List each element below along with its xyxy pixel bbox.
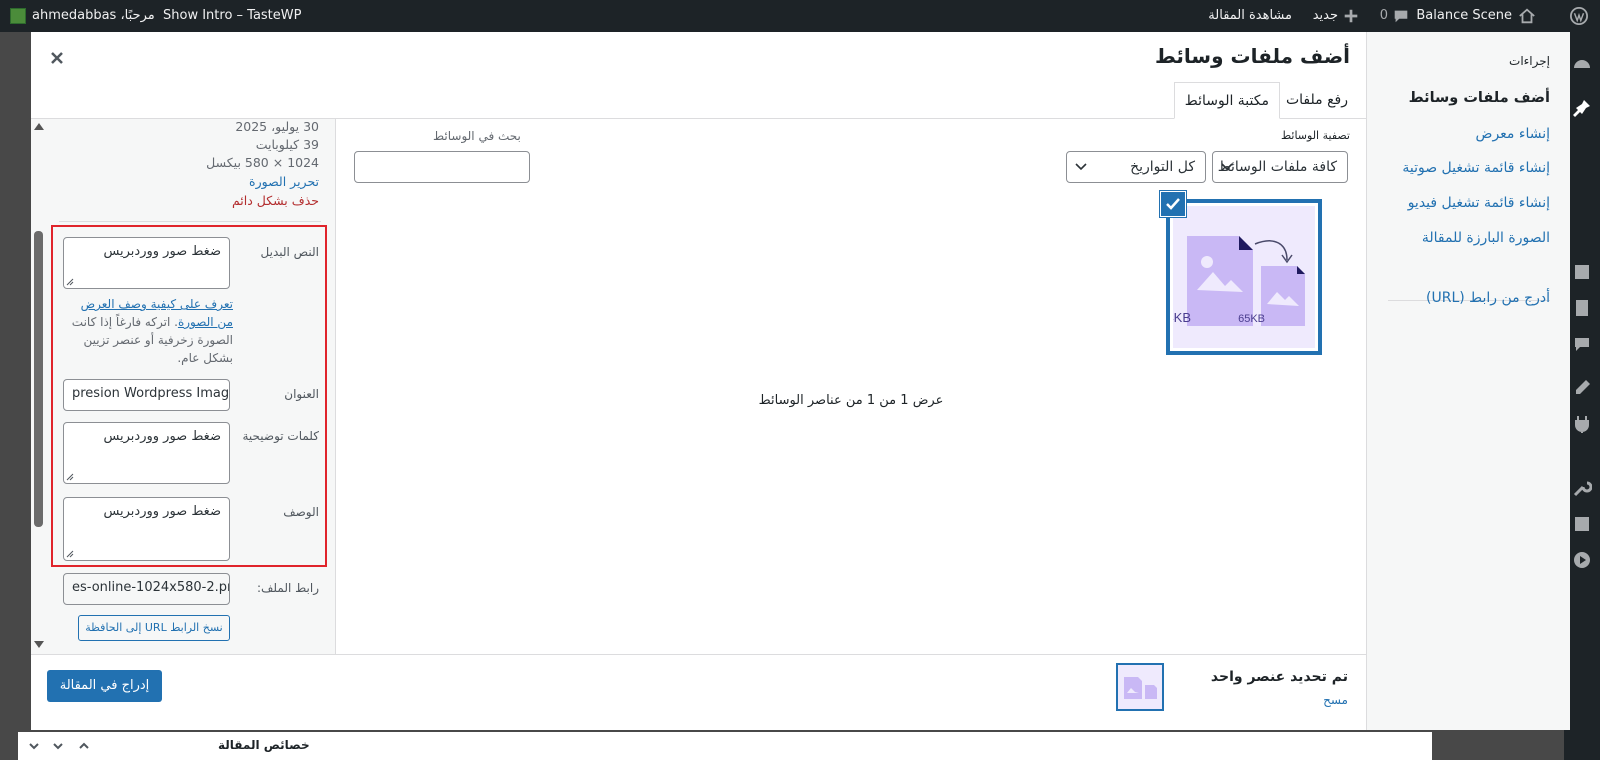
media-modal: إجراءات أضف ملفات وسائط إنشاء معرض إنشاء… bbox=[31, 32, 1570, 730]
menu-item-insert-from-url[interactable]: أدرج من رابط (URL) bbox=[1426, 290, 1550, 306]
filter-label: تصفية الوسائط bbox=[1280, 129, 1350, 142]
original-size-label: 554KB bbox=[1173, 310, 1191, 325]
image-dimensions: 1024 × 580 بيكسل bbox=[206, 155, 319, 170]
upload-date: 30 يوليو، 2025 bbox=[235, 119, 319, 134]
date-select[interactable]: كل التواريخ bbox=[1066, 151, 1206, 183]
close-icon[interactable] bbox=[45, 46, 69, 70]
plugin-link[interactable]: Show Intro – TasteWP bbox=[163, 0, 301, 32]
plus-icon[interactable] bbox=[1342, 7, 1360, 25]
menu-item-add-media[interactable]: أضف ملفات وسائط bbox=[1409, 90, 1550, 106]
search-label: بحث في الوسائط bbox=[433, 129, 521, 143]
scroll-down-icon[interactable] bbox=[34, 641, 44, 648]
new-content-link[interactable]: جديد bbox=[1313, 0, 1338, 32]
panel-arrows-icon[interactable] bbox=[28, 740, 98, 752]
site-name-link[interactable]: Balance Scene bbox=[1416, 0, 1512, 32]
tools-icon[interactable] bbox=[1572, 478, 1593, 498]
insert-into-post-button[interactable]: إدراج في المقالة bbox=[47, 670, 162, 702]
edit-image-link[interactable]: تحرير الصورة bbox=[249, 174, 319, 189]
wordpress-logo-icon[interactable] bbox=[1570, 7, 1588, 25]
image-compression-icon: 554KB 65KB bbox=[1152, 236, 1305, 326]
view-post-link[interactable]: مشاهدة المقالة bbox=[1208, 0, 1292, 32]
media-toolbar: إدراج في المقالة تم تحديد عنصر واحد مسح bbox=[31, 654, 1366, 730]
menu-item-create-gallery[interactable]: إنشاء معرض bbox=[1476, 126, 1550, 142]
menu-item-featured-image[interactable]: الصورة البارزة للمقالة bbox=[1422, 230, 1550, 246]
attachment-checkbox[interactable] bbox=[1160, 191, 1186, 217]
copy-url-button[interactable]: نسخ الرابط URL إلى الحافظة bbox=[78, 615, 230, 641]
attachment-item[interactable]: 554KB 65KB bbox=[1152, 199, 1322, 355]
details-scrollbar[interactable] bbox=[31, 119, 47, 654]
media-type-select[interactable]: كافة ملفات الوسائط bbox=[1212, 151, 1348, 183]
scroll-up-icon[interactable] bbox=[34, 123, 44, 130]
selected-thumbnail[interactable] bbox=[1116, 663, 1164, 711]
appearance-icon[interactable] bbox=[1572, 378, 1592, 398]
image-compression-icon bbox=[1124, 677, 1157, 699]
modal-title: أضف ملفات وسائط bbox=[1154, 44, 1350, 68]
attachments-browser: تصفية الوسائط كافة ملفات الوسائط كل التو… bbox=[336, 119, 1366, 654]
dashboard-icon[interactable] bbox=[1572, 54, 1592, 74]
clear-selection-link[interactable]: مسح bbox=[1323, 693, 1348, 707]
details-separator bbox=[59, 221, 321, 222]
checkmark-icon bbox=[1166, 198, 1180, 210]
tab-upload-files[interactable]: رفع ملفات bbox=[1276, 82, 1358, 119]
media-type-value: كافة ملفات الوسائط bbox=[1217, 159, 1337, 175]
highlight-annotation-box bbox=[51, 225, 327, 567]
play-icon[interactable] bbox=[1572, 550, 1592, 570]
scrollbar-thumb[interactable] bbox=[34, 231, 43, 527]
tab-media-library[interactable]: مكتبة الوسائط bbox=[1173, 82, 1280, 119]
media-icon[interactable] bbox=[1572, 262, 1592, 282]
file-size: 39 كيلوبايت bbox=[255, 137, 319, 152]
menu-item-audio-playlist[interactable]: إنشاء قائمة تشغيل صوتية bbox=[1402, 160, 1550, 176]
compressed-size-label: 65KB bbox=[1238, 313, 1265, 325]
comments-count[interactable]: 0 bbox=[1380, 0, 1388, 32]
my-account-greeting[interactable]: مرحبًا، ahmedabbas bbox=[32, 0, 155, 32]
attachment-details-sidebar: 30 يوليو، 2025 39 كيلوبايت 1024 × 580 بي… bbox=[31, 119, 336, 654]
media-count-text: عرض 1 من 1 من عناصر الوسائط bbox=[758, 393, 944, 408]
comments-menu-icon[interactable] bbox=[1572, 334, 1592, 354]
pages-icon[interactable] bbox=[1572, 298, 1592, 318]
plugins-icon[interactable] bbox=[1572, 414, 1592, 434]
settings-icon[interactable] bbox=[1572, 514, 1592, 534]
file-url-value: es-online-1024x580-2.png bbox=[72, 580, 230, 595]
avatar[interactable] bbox=[10, 8, 26, 24]
media-frame-menu: إجراءات أضف ملفات وسائط إنشاء معرض إنشاء… bbox=[1366, 32, 1570, 730]
date-value: كل التواريخ bbox=[1130, 159, 1195, 175]
admin-bar: Balance Scene 0 جديد مشاهدة المقالة Show… bbox=[0, 0, 1600, 32]
pin-icon[interactable] bbox=[1572, 98, 1592, 118]
post-properties-panel: خصائص المقالة bbox=[18, 732, 1432, 760]
selection-count: تم تحديد عنصر واحد bbox=[1210, 669, 1348, 685]
menu-item-video-playlist[interactable]: إنشاء قائمة تشغيل فيديو bbox=[1408, 195, 1550, 211]
comments-icon[interactable] bbox=[1392, 7, 1410, 25]
search-input[interactable] bbox=[354, 151, 530, 183]
panel-title: خصائص المقالة bbox=[218, 738, 310, 752]
file-url-field[interactable]: es-online-1024x580-2.png bbox=[63, 573, 230, 605]
delete-permanently-link[interactable]: حذف بشكل دائم bbox=[232, 193, 319, 208]
home-icon[interactable] bbox=[1518, 7, 1536, 25]
chevron-down-icon bbox=[1075, 163, 1087, 171]
attachment-thumbnail: 554KB 65KB bbox=[1152, 206, 1315, 348]
menu-heading: إجراءات bbox=[1509, 54, 1550, 68]
router-tabs: رفع ملفات مكتبة الوسائط bbox=[31, 82, 1366, 119]
chevron-down-icon bbox=[1221, 163, 1233, 171]
close-button[interactable] bbox=[45, 46, 69, 70]
file-url-label: رابط الملف: bbox=[256, 581, 319, 595]
